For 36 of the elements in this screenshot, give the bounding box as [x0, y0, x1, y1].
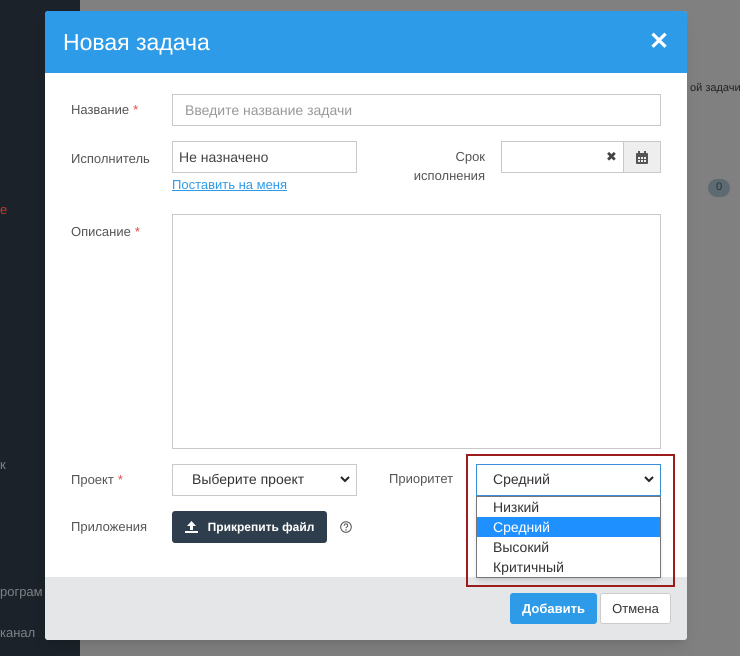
field-label: Название: [71, 101, 130, 120]
required-mark: *: [118, 470, 123, 489]
sidebar-item[interactable]: рограм: [0, 584, 43, 599]
field-label: Приоритет: [389, 470, 454, 488]
name-input[interactable]: Введите название задачи: [172, 94, 661, 126]
field-label: Исполнитель: [71, 150, 150, 168]
priority-select[interactable]: Средний: [476, 464, 661, 496]
counter-badge: 0: [708, 178, 730, 196]
field-label: Описание: [71, 222, 131, 240]
attach-file-button[interactable]: Прикрепить файл: [172, 510, 327, 542]
clear-button[interactable]: ✖: [606, 147, 617, 167]
upload-icon: [184, 520, 198, 532]
date-input[interactable]: ✖: [501, 141, 624, 173]
sidebar-item[interactable]: канал: [0, 625, 36, 640]
dropdown-option[interactable]: Критичный: [477, 556, 660, 576]
cancel-button[interactable]: Отмена: [600, 593, 671, 624]
field-label: Проект: [71, 470, 114, 489]
assignee-input[interactable]: Не назначено: [172, 141, 357, 173]
chevron-down-icon: [644, 476, 654, 483]
select-value: Выберите проект: [192, 470, 304, 489]
calendar-button[interactable]: [624, 141, 661, 173]
calendar-icon: [636, 150, 648, 164]
panel-heading: ой задачи: [690, 81, 740, 96]
dropdown-option[interactable]: Высокий: [477, 536, 660, 556]
help-icon[interactable]: [340, 520, 352, 532]
select-value: Средний: [493, 470, 550, 489]
dropdown-option[interactable]: Низкий: [477, 496, 660, 516]
dialog-title: Новая задача: [63, 28, 210, 57]
chevron-down-icon: [340, 476, 350, 483]
required-mark: *: [134, 222, 140, 240]
sidebar-item[interactable]: к: [0, 457, 6, 472]
required-mark: *: [133, 101, 138, 120]
field-label: Приложения: [71, 518, 148, 536]
project-select[interactable]: Выберите проект: [172, 464, 357, 496]
field-label: Срок исполнения: [412, 148, 485, 185]
description-input[interactable]: [172, 214, 661, 448]
